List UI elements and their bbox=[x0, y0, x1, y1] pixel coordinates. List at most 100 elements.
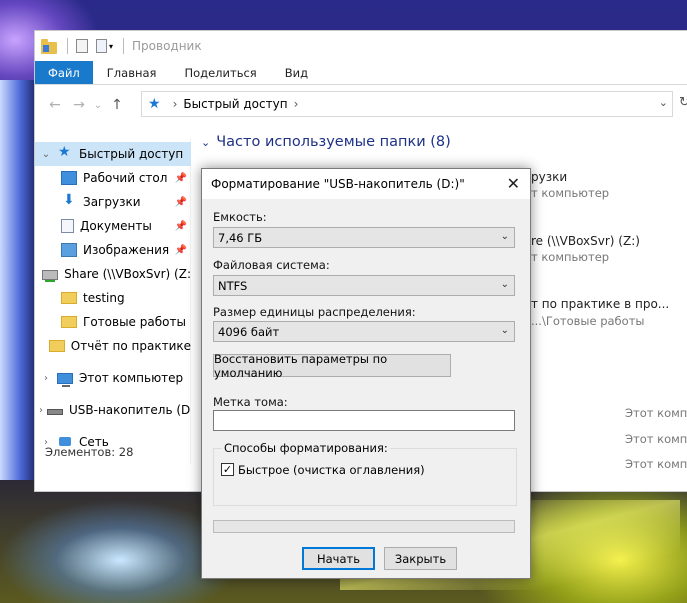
explorer-app-icon bbox=[41, 39, 57, 54]
chevron-down-icon: ⌄ bbox=[500, 231, 509, 242]
recent-file-location: Этот компь bbox=[625, 457, 687, 471]
sidebar-item-label: Документы bbox=[80, 219, 152, 233]
breadcrumb-location[interactable]: Быстрый доступ bbox=[183, 97, 287, 111]
sidebar-item-label: Загрузки bbox=[83, 195, 141, 209]
folder-icon bbox=[48, 340, 65, 352]
chevron-down-icon: ⌄ bbox=[500, 279, 509, 290]
sidebar-item-label: Рабочий стол bbox=[83, 171, 168, 185]
filesystem-value: NTFS bbox=[218, 278, 248, 293]
window-title: Проводник bbox=[132, 39, 202, 53]
folder-location-fragment: т компьютер bbox=[531, 250, 610, 264]
chevron-down-icon[interactable]: ⌄ bbox=[39, 149, 53, 160]
sidebar-item-documents[interactable]: Документы 📌 bbox=[35, 214, 191, 238]
chevron-down-icon[interactable]: ⌄ bbox=[201, 136, 210, 149]
sidebar-item-usb-drive[interactable]: › USB-накопитель (D:) bbox=[35, 398, 191, 422]
allocation-size-select[interactable]: 4096 байт ⌄ bbox=[213, 321, 515, 342]
tab-view[interactable]: Вид bbox=[271, 61, 322, 84]
capacity-label: Емкость: bbox=[213, 210, 267, 224]
sidebar-item-desktop[interactable]: Рабочий стол 📌 bbox=[35, 166, 191, 190]
download-icon bbox=[61, 192, 77, 209]
desktop-icon bbox=[61, 171, 77, 185]
folder-location-fragment: ...\Готовые работы bbox=[531, 314, 645, 328]
documents-icon bbox=[61, 219, 74, 233]
folder-icon bbox=[61, 292, 77, 304]
properties-icon[interactable] bbox=[76, 39, 88, 53]
tab-share[interactable]: Поделиться bbox=[170, 61, 270, 84]
sidebar-item-quick-access[interactable]: ⌄ Быстрый доступ bbox=[35, 142, 191, 166]
breadcrumb-chevron-icon[interactable]: › bbox=[173, 97, 178, 111]
pictures-icon bbox=[61, 243, 77, 257]
titlebar-divider-2 bbox=[123, 38, 125, 54]
forward-arrow-icon[interactable]: → bbox=[67, 97, 91, 113]
check-icon: ✓ bbox=[222, 463, 233, 476]
sidebar-item-testing[interactable]: testing bbox=[35, 286, 191, 310]
quick-format-checkbox[interactable]: ✓ bbox=[221, 463, 234, 476]
dialog-titlebar: Форматирование "USB-накопитель (D:)" ✕ bbox=[202, 169, 530, 199]
start-button[interactable]: Начать bbox=[302, 547, 375, 570]
titlebar-divider bbox=[67, 38, 68, 54]
volume-label-caption: Метка тома: bbox=[213, 395, 288, 409]
chevron-down-icon[interactable]: ▾ bbox=[109, 42, 113, 51]
star-icon bbox=[57, 144, 73, 161]
sidebar-item-practice-report[interactable]: Отчёт по практике bbox=[35, 334, 191, 358]
capacity-select[interactable]: 7,46 ГБ ⌄ bbox=[213, 227, 515, 248]
folder-name-fragment[interactable]: т по практике в про... bbox=[531, 297, 669, 311]
up-arrow-icon[interactable]: ↑ bbox=[105, 97, 129, 113]
volume-label-input[interactable] bbox=[213, 410, 515, 431]
format-options-title: Способы форматирования: bbox=[222, 441, 390, 455]
close-icon[interactable]: ✕ bbox=[507, 174, 520, 193]
dialog-title: Форматирование "USB-накопитель (D:)" bbox=[211, 177, 465, 191]
back-arrow-icon[interactable]: ← bbox=[43, 97, 67, 113]
capacity-value: 7,46 ГБ bbox=[218, 230, 263, 245]
sidebar-item-pictures[interactable]: Изображения 📌 bbox=[35, 238, 191, 262]
quick-access-star-icon: ★ bbox=[148, 96, 161, 112]
folder-icon bbox=[61, 316, 77, 328]
folder-name-fragment[interactable]: re (\\VBoxSvr) (Z:) bbox=[531, 234, 640, 248]
usb-drive-icon bbox=[47, 409, 63, 415]
breadcrumb-chevron-icon-2[interactable]: › bbox=[294, 97, 299, 111]
sidebar-item-label: Share (\\VBoxSvr) (Z: bbox=[64, 267, 191, 281]
sidebar-item-label: Изображения bbox=[83, 243, 170, 257]
sidebar-item-this-pc[interactable]: › Этот компьютер bbox=[35, 366, 191, 390]
pin-icon: 📌 bbox=[174, 244, 187, 256]
close-button[interactable]: Закрыть bbox=[384, 547, 457, 570]
sidebar-item-label: Отчёт по практике bbox=[70, 339, 191, 353]
chevron-down-icon: ⌄ bbox=[500, 325, 509, 336]
quick-format-label[interactable]: Быстрое (очистка оглавления) bbox=[238, 463, 425, 477]
wallpaper-glow-left bbox=[0, 80, 34, 480]
folder-name-fragment[interactable]: рузки bbox=[531, 170, 567, 184]
network-drive-icon bbox=[42, 270, 59, 282]
recent-file-location: Этот компь bbox=[625, 406, 687, 420]
sidebar-item-label: testing bbox=[83, 291, 125, 305]
allocation-size-value: 4096 байт bbox=[218, 324, 280, 339]
tab-file[interactable]: Файл bbox=[35, 61, 93, 84]
refresh-icon[interactable]: ↻ bbox=[679, 95, 687, 110]
tab-home[interactable]: Главная bbox=[93, 61, 171, 84]
filesystem-select[interactable]: NTFS ⌄ bbox=[213, 275, 515, 296]
sidebar-item-label: Готовые работы bbox=[83, 315, 186, 329]
recent-file-location: Этот компь bbox=[625, 432, 687, 446]
address-bar[interactable]: ★ › Быстрый доступ › ⌄ bbox=[141, 91, 673, 117]
sidebar-item-finished-works[interactable]: Готовые работы bbox=[35, 310, 191, 334]
pin-icon: 📌 bbox=[174, 220, 187, 232]
ribbon-tabs: Файл Главная Поделиться Вид bbox=[35, 61, 687, 85]
chevron-right-icon[interactable]: › bbox=[39, 373, 53, 384]
recent-chevron-icon[interactable]: ⌄ bbox=[91, 100, 105, 111]
sidebar-item-share[interactable]: Share (\\VBoxSvr) (Z: bbox=[35, 262, 191, 286]
frequent-folders-header[interactable]: ⌄ Часто используемые папки (8) bbox=[201, 134, 451, 150]
sidebar-item-label: Быстрый доступ bbox=[79, 147, 184, 161]
restore-defaults-button[interactable]: Восстановить параметры по умолчанию bbox=[213, 352, 451, 380]
address-dropdown-icon[interactable]: ⌄ bbox=[659, 96, 668, 109]
chevron-right-icon[interactable]: › bbox=[39, 405, 43, 416]
allocation-size-label: Размер единицы распределения: bbox=[213, 305, 416, 319]
status-bar-count: Элементов: 28 bbox=[45, 445, 134, 459]
format-progress-bar bbox=[213, 520, 515, 533]
pin-icon: 📌 bbox=[174, 196, 187, 208]
navigation-pane: ⌄ Быстрый доступ Рабочий стол 📌 Загрузки… bbox=[35, 139, 191, 464]
sidebar-item-downloads[interactable]: Загрузки 📌 bbox=[35, 190, 191, 214]
filesystem-label: Файловая система: bbox=[213, 258, 330, 272]
new-folder-icon[interactable] bbox=[96, 39, 107, 53]
pin-icon: 📌 bbox=[174, 172, 187, 184]
sidebar-item-label: Этот компьютер bbox=[79, 371, 184, 385]
explorer-titlebar: ▾ Проводник bbox=[35, 31, 687, 61]
